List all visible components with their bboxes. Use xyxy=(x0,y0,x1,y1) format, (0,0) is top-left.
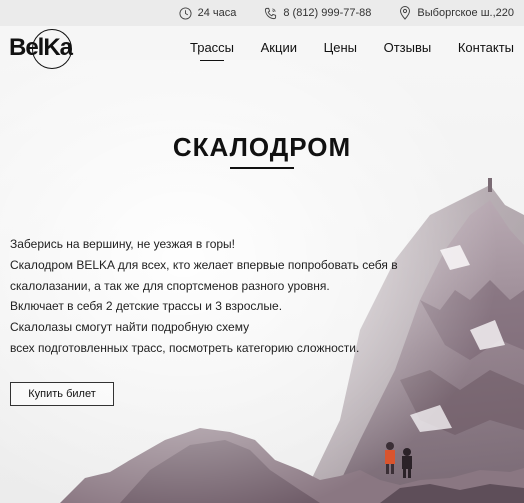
hero-title-underline xyxy=(230,167,294,169)
address-text: Выборгское ш.,220 xyxy=(417,7,514,19)
description-line: Скалолазы смогут найти подробную схему xyxy=(10,320,250,335)
top-info-bar: 24 часа 8 (812) 999-77-88 Выборгское ш.,… xyxy=(0,0,524,26)
description-line: Заберись на вершину, не уезжая в горы! xyxy=(10,237,236,251)
page: 24 часа 8 (812) 999-77-88 Выборгское ш.,… xyxy=(0,0,524,503)
location-pin-icon xyxy=(400,6,411,20)
description-line: всех подготовленных трасс, посмотреть ка… xyxy=(10,340,360,355)
nav-item-promotions[interactable]: Акции xyxy=(261,40,297,55)
hero-title: СКАЛОДРОМ xyxy=(172,132,352,162)
belka-logo[interactable]: BelKa xyxy=(9,27,73,71)
nav-item-routes[interactable]: Трассы xyxy=(190,40,234,61)
buy-ticket-button[interactable]: Купить билет xyxy=(10,382,114,406)
phone[interactable]: 8 (812) 999-77-88 xyxy=(264,7,371,20)
nav-item-contacts[interactable]: Контакты xyxy=(458,40,514,55)
address: Выборгское ш.,220 xyxy=(399,6,514,20)
description-line: Включает в себя 2 детские трассы и 3 взр… xyxy=(10,299,283,314)
description-line: Скалодром BELKA для всех, кто желает впе… xyxy=(10,257,398,272)
main-nav: Трассы Акции Цены Отзывы Контакты xyxy=(190,40,514,61)
clock-icon xyxy=(179,6,192,20)
description-line: скалолазании, а так же для спортсменов р… xyxy=(10,278,330,293)
nav-item-reviews[interactable]: Отзывы xyxy=(384,40,432,55)
phone-number[interactable]: 8 (812) 999-77-88 xyxy=(283,7,371,19)
working-hours: 24 часа xyxy=(179,6,237,20)
hero-description: Заберись на вершину, не уезжая в горы! С… xyxy=(10,234,410,359)
nav-item-prices[interactable]: Цены xyxy=(324,40,357,55)
phone-icon xyxy=(265,7,277,19)
working-hours-text: 24 часа xyxy=(197,7,237,19)
logo-text: BelKa xyxy=(9,34,73,61)
